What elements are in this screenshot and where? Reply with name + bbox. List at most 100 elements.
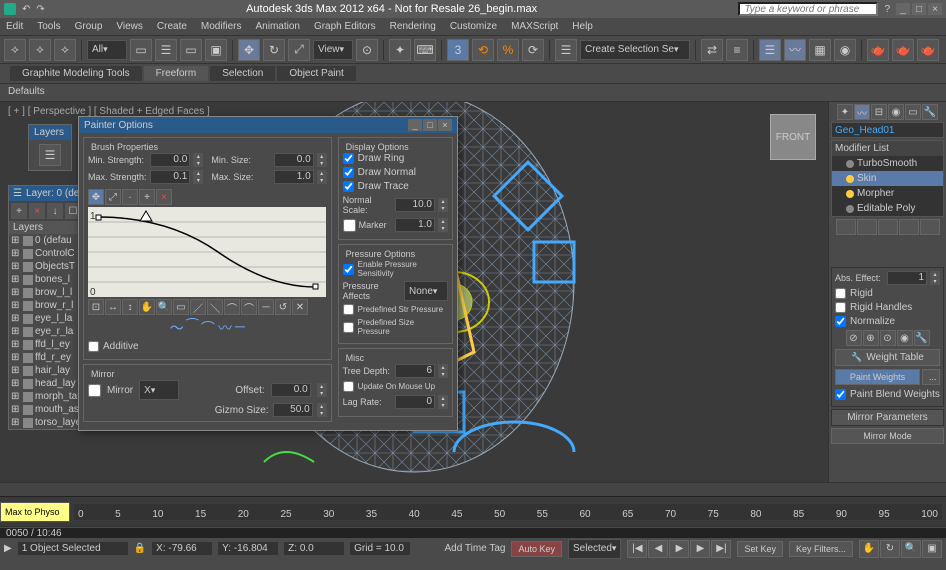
draw-normal-checkbox[interactable]: [343, 167, 354, 178]
abs-effect-spinner[interactable]: 1: [887, 271, 927, 285]
modifier-editable-poly[interactable]: Editable Poly: [832, 201, 943, 216]
new-layer-icon[interactable]: +: [11, 203, 27, 219]
menu-animation[interactable]: Animation: [255, 21, 299, 32]
nav-zoom-icon[interactable]: 🔍: [901, 540, 921, 558]
video-progress[interactable]: 0050 / 10:46: [0, 528, 946, 538]
tangent-d-icon[interactable]: ⌒: [241, 299, 257, 315]
minimize-button[interactable]: _: [896, 3, 910, 15]
select-region-icon[interactable]: ▭: [180, 39, 202, 61]
paint-options-button[interactable]: ...: [922, 369, 940, 385]
tangent-b-icon[interactable]: ＼: [207, 299, 223, 315]
offset-spinner[interactable]: 0.0: [271, 383, 311, 397]
curve-insert-icon[interactable]: +: [139, 189, 155, 205]
curve-delete-icon[interactable]: ×: [156, 189, 172, 205]
goto-start-icon[interactable]: |◀: [627, 540, 647, 558]
rigid-handles-checkbox[interactable]: [835, 302, 846, 313]
add-to-layer-icon[interactable]: ↓: [47, 203, 63, 219]
qat-redo[interactable]: ↷: [36, 4, 44, 15]
spinner-snap-icon[interactable]: ⟳: [522, 39, 544, 61]
modifier-list-dropdown[interactable]: Modifier List: [832, 141, 943, 156]
zoom-icon[interactable]: 🔍: [156, 299, 172, 315]
help-search[interactable]: [738, 2, 878, 16]
material-editor-icon[interactable]: ◉: [834, 39, 856, 61]
align-icon[interactable]: ≡: [726, 39, 748, 61]
link-icon[interactable]: ⟡: [4, 39, 26, 61]
exclude-icon[interactable]: ⊘: [846, 330, 862, 346]
select-name-icon[interactable]: ☰: [155, 39, 177, 61]
menu-customize[interactable]: Customize: [450, 21, 497, 32]
pivot-icon[interactable]: ⊙: [356, 39, 378, 61]
menu-maxscript[interactable]: MAXScript: [511, 21, 558, 32]
zoom-h-icon[interactable]: ↔: [105, 299, 121, 315]
menu-group[interactable]: Group: [75, 21, 103, 32]
mirror-checkbox[interactable]: [88, 384, 101, 397]
draw-trace-checkbox[interactable]: [343, 181, 354, 192]
dlg-close-icon[interactable]: ×: [438, 119, 452, 131]
select-icon[interactable]: ▭: [130, 39, 152, 61]
object-name-field[interactable]: [831, 122, 944, 138]
tab-objectpaint[interactable]: Object Paint: [277, 66, 355, 81]
tab-graphite[interactable]: Graphite Modeling Tools: [10, 66, 142, 81]
hierarchy-tab-icon[interactable]: ⊟: [871, 104, 887, 120]
mirror-mode-button[interactable]: Mirror Mode: [831, 428, 944, 444]
preset-2-icon[interactable]: ⁀: [187, 318, 198, 338]
tree-depth-spinner[interactable]: 6: [395, 364, 435, 378]
mirror-icon[interactable]: ⇄: [701, 39, 723, 61]
snap-toggle-icon[interactable]: 3: [447, 39, 469, 61]
zoom-v-icon[interactable]: ↕: [122, 299, 138, 315]
curve-scale-icon[interactable]: ⤢: [105, 189, 121, 205]
gizmo-spinner[interactable]: 50.0: [273, 403, 313, 417]
named-sel-icon[interactable]: ☰: [555, 39, 577, 61]
frameslider-field[interactable]: [0, 502, 70, 522]
normalize-checkbox[interactable]: [835, 316, 846, 327]
menu-modifiers[interactable]: Modifiers: [201, 21, 242, 32]
scale-icon[interactable]: ⤢: [288, 39, 310, 61]
angle-snap-icon[interactable]: ⟲: [472, 39, 494, 61]
motion-tab-icon[interactable]: ◉: [888, 104, 904, 120]
maximize-button[interactable]: □: [912, 3, 926, 15]
bake-icon[interactable]: ◉: [897, 330, 913, 346]
refcoord-dropdown[interactable]: View ▾: [313, 40, 353, 60]
tanx-icon[interactable]: ✕: [292, 299, 308, 315]
weight-table-button[interactable]: 🔧 Weight Table: [835, 349, 940, 366]
paint-blend-checkbox[interactable]: [835, 389, 846, 400]
modify-tab-icon[interactable]: 〰: [854, 104, 870, 120]
remove-mod-icon[interactable]: [899, 219, 919, 235]
menu-help[interactable]: Help: [572, 21, 593, 32]
unlink-icon[interactable]: ⟡: [29, 39, 51, 61]
menu-views[interactable]: Views: [116, 21, 143, 32]
bind-icon[interactable]: ⟡: [54, 39, 76, 61]
show-end-icon[interactable]: [857, 219, 877, 235]
time-tag[interactable]: Add Time Tag: [445, 543, 506, 554]
tangent-a-icon[interactable]: ／: [190, 299, 206, 315]
pin-stack-icon[interactable]: [836, 219, 856, 235]
pressure-affects-dropdown[interactable]: None▾: [404, 281, 448, 301]
curve-editor-icon[interactable]: 〰: [784, 39, 806, 61]
layers-toolbar-icon[interactable]: ☰: [39, 144, 61, 166]
curve-add-icon[interactable]: ·: [122, 189, 138, 205]
rigid-checkbox[interactable]: [835, 288, 846, 299]
coord-z[interactable]: Z: 0.0: [284, 542, 344, 555]
goto-end-icon[interactable]: ▶|: [711, 540, 731, 558]
zoom-ext-icon[interactable]: ⊡: [88, 299, 104, 315]
utilities-tab-icon[interactable]: 🔧: [922, 104, 938, 120]
nav-arc-icon[interactable]: ↻: [880, 540, 900, 558]
normal-scale-spinner[interactable]: 10.0: [395, 198, 435, 212]
frame-icon[interactable]: ▭: [173, 299, 189, 315]
next-frame-icon[interactable]: ▶: [690, 540, 710, 558]
rotate-icon[interactable]: ↻: [263, 39, 285, 61]
pre-str-checkbox[interactable]: [343, 304, 354, 315]
curve-move-icon[interactable]: ✥: [88, 189, 104, 205]
prev-frame-icon[interactable]: ◀: [648, 540, 668, 558]
weight-tool-icon[interactable]: 🔧: [914, 330, 930, 346]
dlg-max-icon[interactable]: □: [423, 119, 437, 131]
modifier-stack[interactable]: Modifier List TurboSmooth Skin Morpher E…: [831, 140, 944, 217]
enable-pressure-checkbox[interactable]: [343, 264, 354, 275]
tangent-c-icon[interactable]: ⌒: [224, 299, 240, 315]
tangent-e-icon[interactable]: ─: [258, 299, 274, 315]
window-crossing-icon[interactable]: ▣: [205, 39, 227, 61]
draw-ring-checkbox[interactable]: [343, 153, 354, 164]
dlg-min-icon[interactable]: _: [408, 119, 422, 131]
modifier-turbosmooth[interactable]: TurboSmooth: [832, 156, 943, 171]
min-size-spinner[interactable]: 0.0: [274, 153, 314, 167]
